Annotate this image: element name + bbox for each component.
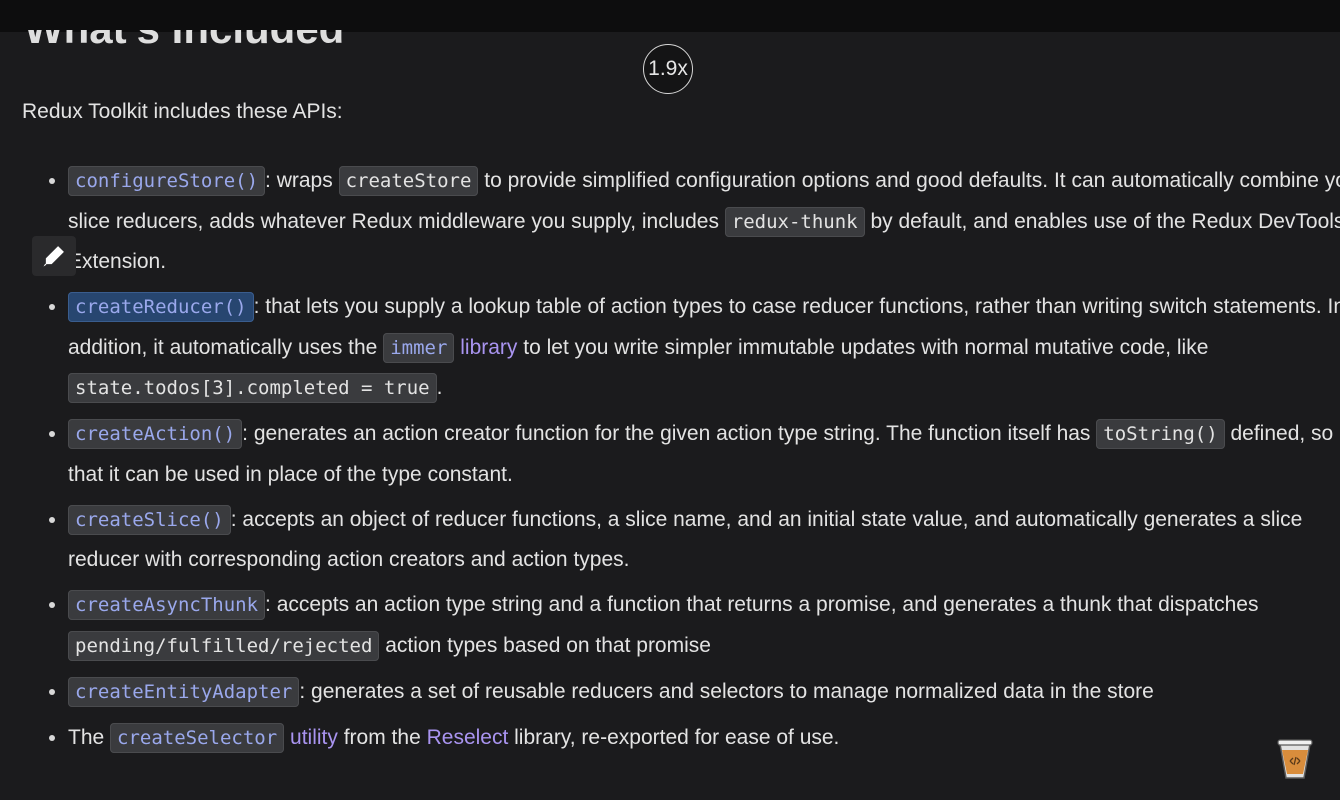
- immer-library-link[interactable]: library: [460, 336, 517, 359]
- inline-code: state.todos[3].completed = true: [68, 373, 437, 403]
- api-name-createasyncthunk: createAsyncThunk: [68, 590, 266, 620]
- coffee-cup-icon: [1277, 739, 1313, 779]
- list-item: The createSelector utility from the Rese…: [49, 718, 1340, 759]
- list-item: createEntityAdapter: generates a set of …: [49, 672, 1340, 713]
- api-name-createreducer: createReducer(): [68, 292, 254, 322]
- api-name-createslice: createSlice(): [68, 504, 231, 535]
- api-list: configureStore(): wraps createStore to p…: [0, 161, 1340, 764]
- inline-code: pending/fulfilled/rejected: [68, 630, 380, 661]
- inline-code: redux-thunk: [724, 206, 865, 237]
- inline-code: createStore: [338, 166, 479, 196]
- api-name-createselector: createSelector: [110, 722, 285, 753]
- list-item: createReducer(): that lets you supply a …: [49, 287, 1340, 409]
- top-bar: [0, 0, 1340, 32]
- playback-speed-badge[interactable]: 1.9x: [643, 44, 693, 94]
- list-item: createSlice(): accepts an object of redu…: [49, 500, 1340, 580]
- utility-link[interactable]: utility: [290, 726, 338, 749]
- pen-icon[interactable]: [32, 236, 76, 276]
- reselect-link[interactable]: Reselect: [427, 726, 509, 749]
- list-item: createAction(): generates an action crea…: [49, 414, 1340, 494]
- api-name-createaction: createAction(): [68, 419, 243, 449]
- intro-text: Redux Toolkit includes these APIs:: [22, 100, 343, 123]
- list-item: configureStore(): wraps createStore to p…: [49, 161, 1340, 282]
- inline-code: toString(): [1096, 419, 1225, 449]
- inline-code: immer: [383, 332, 455, 363]
- api-name-configurestore: configureStore(): [68, 166, 266, 196]
- api-name-createentityadapter: createEntityAdapter: [68, 676, 300, 707]
- list-item: createAsyncThunk: accepts an action type…: [49, 585, 1340, 666]
